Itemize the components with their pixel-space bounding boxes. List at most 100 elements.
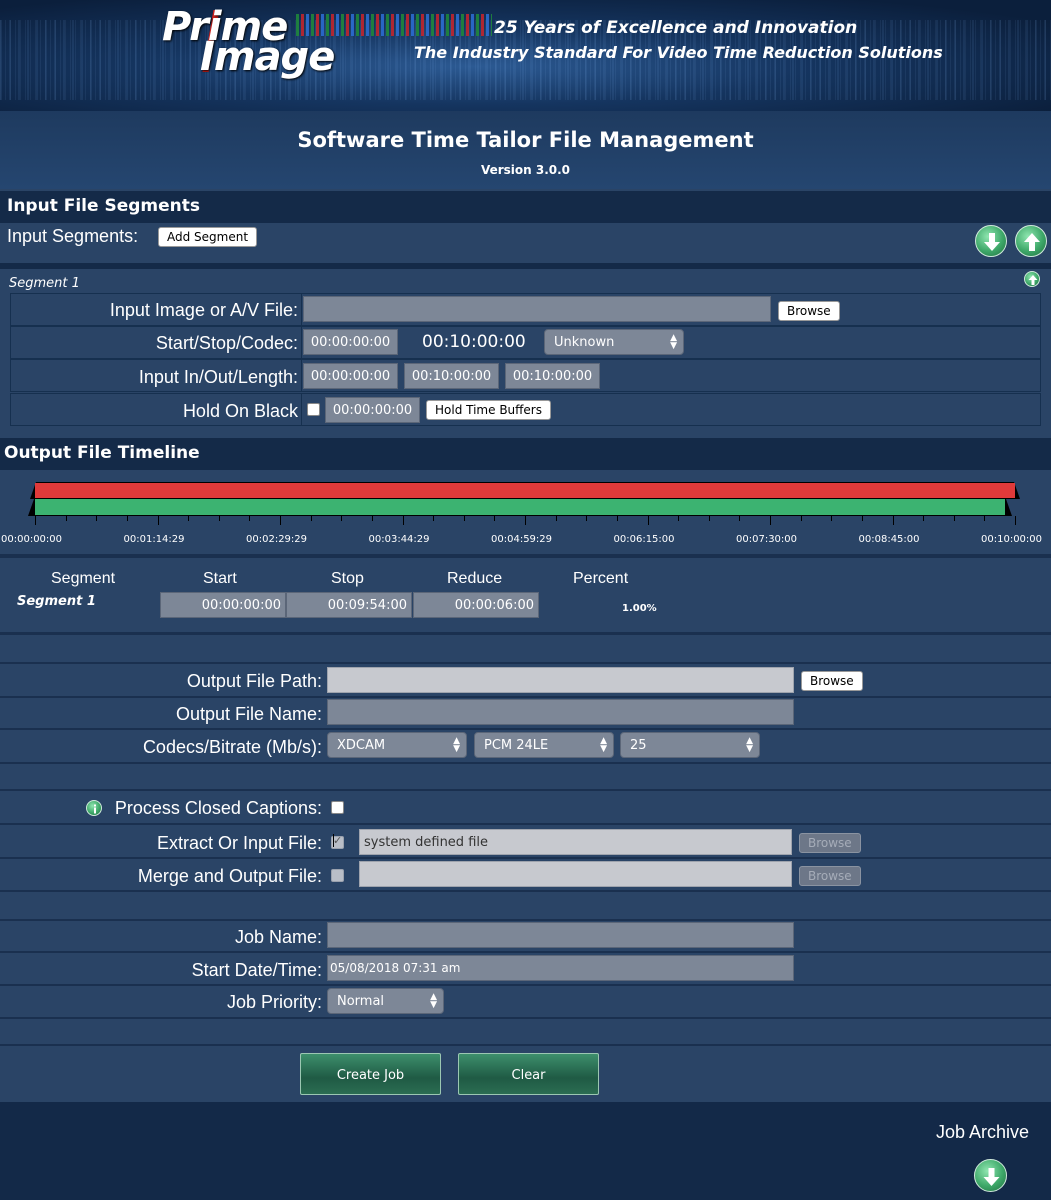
extract-input-checkbox[interactable]: ✓ bbox=[331, 834, 344, 849]
expand-down-icon[interactable] bbox=[975, 225, 1007, 257]
select-arrows-icon: ▲ ▼ bbox=[600, 736, 607, 754]
output-path-field[interactable] bbox=[327, 667, 794, 693]
job-priority-value: Normal bbox=[337, 994, 385, 1009]
column-header-start: Start bbox=[203, 570, 237, 587]
timeline-tick-label: 00:07:30:00 bbox=[736, 534, 798, 545]
timeline-tick bbox=[96, 516, 98, 521]
select-arrows-icon: ▲ ▼ bbox=[453, 736, 460, 754]
timeline-tick bbox=[892, 516, 894, 525]
timeline-section-heading: Output File Timeline bbox=[0, 438, 1051, 470]
merge-output-label: Merge and Output File: bbox=[137, 866, 322, 886]
codec-select[interactable]: Unknown ▲ ▼ bbox=[544, 329, 684, 355]
header-banner: Prime Image 25 Years of Excellence and I… bbox=[0, 0, 1051, 111]
segment-collapse-icon[interactable] bbox=[1024, 271, 1040, 287]
prime-image-logo: Prime Image bbox=[162, 4, 352, 80]
hold-time-buffers-button[interactable]: Hold Time Buffers bbox=[426, 400, 551, 420]
timeline-tick bbox=[310, 516, 312, 521]
timeline-tick bbox=[739, 516, 741, 521]
timeline-tick bbox=[65, 516, 67, 521]
audio-codec-select[interactable]: PCM 24LE ▲ ▼ bbox=[474, 732, 614, 758]
job-priority-label: Job Priority: bbox=[226, 992, 322, 1012]
summary-reduce-field: 00:00:06:00 bbox=[413, 592, 539, 618]
version-label: Version 3.0.0 bbox=[480, 163, 571, 177]
timeline-tick bbox=[923, 516, 925, 521]
input-file-browse-button[interactable]: Browse bbox=[778, 301, 840, 321]
output-path-label: Output File Path: bbox=[186, 671, 322, 691]
logo-text-image: Image bbox=[200, 34, 335, 80]
extract-browse-button[interactable]: Browse bbox=[799, 833, 861, 853]
timeline-tick bbox=[218, 516, 220, 521]
input-file-field[interactable] bbox=[303, 296, 771, 322]
input-out-field[interactable]: 00:10:00:00 bbox=[404, 363, 499, 389]
output-path-browse-button[interactable]: Browse bbox=[801, 671, 863, 691]
banner-tagline-2: The Industry Standard For Video Time Red… bbox=[414, 43, 943, 62]
column-header-segment: Segment bbox=[51, 570, 116, 587]
input-in-field[interactable]: 00:00:00:00 bbox=[303, 363, 398, 389]
timeline-tick bbox=[678, 516, 680, 521]
job-name-label: Job Name: bbox=[234, 927, 322, 947]
timeline-tick bbox=[525, 516, 526, 525]
timeline-tick bbox=[463, 516, 465, 521]
timeline-tick bbox=[371, 516, 373, 521]
archive-expand-down-icon[interactable] bbox=[974, 1159, 1007, 1192]
output-name-field[interactable] bbox=[327, 699, 794, 725]
job-priority-select[interactable]: Normal ▲ ▼ bbox=[327, 988, 444, 1014]
add-segment-button[interactable]: Add Segment bbox=[158, 227, 258, 247]
audio-codec-value: PCM 24LE bbox=[484, 738, 549, 753]
timeline-tick bbox=[953, 516, 955, 521]
extract-input-field[interactable]: system defined file bbox=[359, 829, 792, 855]
page-title: Software Time Tailor File Management bbox=[297, 128, 754, 152]
start-time-field[interactable]: 00:00:00:00 bbox=[303, 329, 398, 355]
timeline-tick bbox=[647, 516, 649, 525]
summary-percent: 1.00% bbox=[622, 603, 657, 614]
input-section-heading: Input File Segments bbox=[0, 191, 1051, 223]
timeline-tick-label: 00:02:29:29 bbox=[246, 534, 308, 545]
timeline-tick-label: 00:00:00:00 bbox=[1, 534, 63, 545]
input-length-field[interactable]: 00:10:00:00 bbox=[505, 363, 600, 389]
timeline-tick-label: 00:08:45:00 bbox=[858, 534, 920, 545]
stop-time-display: 00:10:00:00 bbox=[422, 332, 526, 352]
timeline-tick bbox=[494, 516, 496, 521]
summary-segment-name: Segment 1 bbox=[17, 594, 96, 609]
input-in-out-length-label: Input In/Out/Length: bbox=[138, 367, 298, 387]
bitrate-select[interactable]: 25 ▲ ▼ bbox=[620, 732, 760, 758]
timeline-tick-label: 00:06:15:00 bbox=[613, 534, 675, 545]
timeline-output-bar bbox=[35, 499, 1005, 515]
video-codec-value: XDCAM bbox=[337, 738, 386, 753]
start-stop-codec-label: Start/Stop/Codec: bbox=[155, 333, 298, 353]
select-arrows-icon: ▲ ▼ bbox=[746, 736, 753, 754]
video-codec-select[interactable]: XDCAM ▲ ▼ bbox=[327, 732, 467, 758]
timeline-tick bbox=[341, 516, 343, 521]
hold-time-field[interactable]: 00:00:00:00 bbox=[325, 397, 420, 423]
timeline-tick-label: 00:04:59:29 bbox=[491, 534, 553, 545]
banner-tagline-1: 25 Years of Excellence and Innovation bbox=[494, 18, 858, 38]
process-captions-checkbox[interactable] bbox=[331, 801, 344, 814]
timeline-tick bbox=[708, 516, 710, 521]
timeline-tick bbox=[586, 516, 588, 521]
input-segments-label: Input Segments: bbox=[7, 226, 139, 246]
clear-button[interactable]: Clear bbox=[458, 1053, 599, 1095]
timeline-tick bbox=[770, 516, 771, 525]
job-name-field[interactable] bbox=[327, 922, 794, 948]
timeline-tick bbox=[1015, 516, 1016, 525]
checkmark-icon: ✓ bbox=[333, 834, 343, 847]
collapse-up-icon[interactable] bbox=[1015, 225, 1047, 257]
hold-on-black-checkbox[interactable] bbox=[307, 403, 320, 416]
timeline-tick-label: 00:03:44:29 bbox=[368, 534, 430, 545]
summary-stop-field: 00:09:54:00 bbox=[286, 592, 412, 618]
codecs-bitrate-label: Codecs/Bitrate (Mb/s): bbox=[142, 737, 322, 757]
timeline-tick bbox=[157, 516, 159, 525]
merge-output-checkbox[interactable] bbox=[331, 869, 344, 882]
timeline-tick bbox=[984, 516, 986, 521]
create-job-button[interactable]: Create Job bbox=[300, 1053, 441, 1095]
merge-browse-button[interactable]: Browse bbox=[799, 866, 861, 886]
timeline-tick bbox=[280, 516, 281, 525]
output-name-label: Output File Name: bbox=[175, 704, 322, 724]
bitrate-value: 25 bbox=[630, 738, 647, 753]
timeline-tick bbox=[800, 516, 802, 521]
merge-output-field[interactable] bbox=[359, 861, 792, 887]
title-area: Software Time Tailor File Management Ver… bbox=[0, 111, 1051, 189]
start-date-field[interactable]: 05/08/2018 07:31 am bbox=[327, 955, 794, 981]
summary-start-field: 00:00:00:00 bbox=[160, 592, 286, 618]
select-arrows-icon: ▲ ▼ bbox=[670, 333, 677, 351]
